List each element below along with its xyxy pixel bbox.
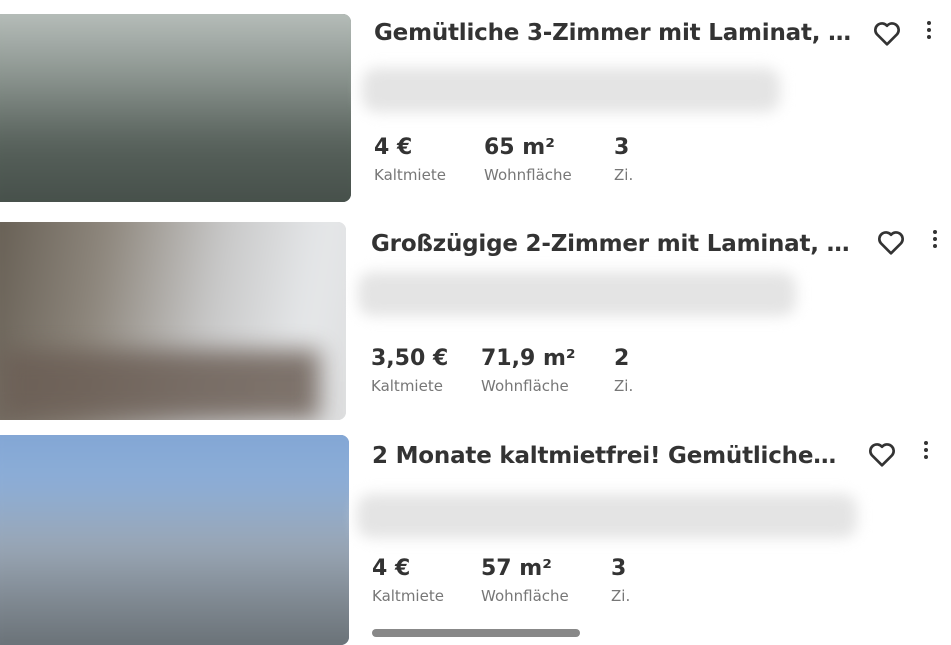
heart-icon[interactable]: [874, 226, 908, 258]
listing-title[interactable]: 2 Monate kaltmietfrei! Gemütliche D…: [372, 443, 844, 469]
listing-photo[interactable]: [0, 435, 349, 645]
area-stat: 71,9 m² Wohnfläche: [481, 345, 576, 396]
rent-value: 4 €: [372, 556, 411, 581]
rooms-value: 3: [611, 556, 627, 581]
listing-photo[interactable]: [0, 222, 346, 420]
rooms-stat: 2 Zi.: [614, 345, 633, 396]
next-listing-edge: [372, 629, 580, 637]
listing-photo[interactable]: [0, 14, 351, 202]
heart-icon[interactable]: [870, 17, 904, 49]
rent-label: Kaltmiete: [371, 377, 443, 395]
area-value: 57 m²: [481, 556, 552, 581]
rooms-stat: 3 Zi.: [611, 555, 630, 606]
listing-title[interactable]: Gemütliche 3-Zimmer mit Laminat, Ba…: [374, 20, 862, 46]
area-stat: 57 m² Wohnfläche: [481, 555, 569, 606]
rooms-label: Zi.: [614, 166, 634, 184]
rent-stat: 4 € Kaltmiete: [372, 555, 444, 606]
listing-title[interactable]: Großzügige 2-Zimmer mit Laminat, A…: [371, 231, 857, 257]
area-stat: 65 m² Wohnfläche: [484, 134, 572, 185]
rooms-stat: 3 Zi.: [614, 134, 633, 185]
more-options-icon[interactable]: [929, 227, 941, 259]
rent-label: Kaltmiete: [374, 166, 446, 184]
heart-icon[interactable]: [865, 438, 899, 470]
rooms-label: Zi.: [614, 377, 634, 395]
listing-card[interactable]: 2 Monate kaltmietfrei! Gemütliche D… 4 €…: [0, 425, 951, 645]
rent-label: Kaltmiete: [372, 587, 444, 605]
listing-card[interactable]: Großzügige 2-Zimmer mit Laminat, A… 3,50…: [0, 205, 951, 425]
area-label: Wohnfläche: [481, 377, 569, 395]
area-label: Wohnfläche: [484, 166, 572, 184]
address-placeholder: [358, 272, 796, 316]
area-label: Wohnfläche: [481, 587, 569, 605]
rent-stat: 3,50 € Kaltmiete: [371, 345, 448, 396]
listing-card[interactable]: Gemütliche 3-Zimmer mit Laminat, Ba… 4 €…: [0, 0, 951, 205]
rent-value: 3,50 €: [371, 346, 449, 371]
rent-stat: 4 € Kaltmiete: [374, 134, 446, 185]
address-placeholder: [362, 68, 780, 112]
rooms-value: 2: [614, 346, 630, 371]
rent-value: 4 €: [374, 135, 413, 160]
address-placeholder: [357, 494, 857, 538]
area-value: 65 m²: [484, 135, 555, 160]
more-options-icon[interactable]: [920, 438, 932, 470]
rooms-value: 3: [614, 135, 630, 160]
rooms-label: Zi.: [611, 587, 631, 605]
more-options-icon[interactable]: [923, 18, 935, 50]
area-value: 71,9 m²: [481, 346, 576, 371]
